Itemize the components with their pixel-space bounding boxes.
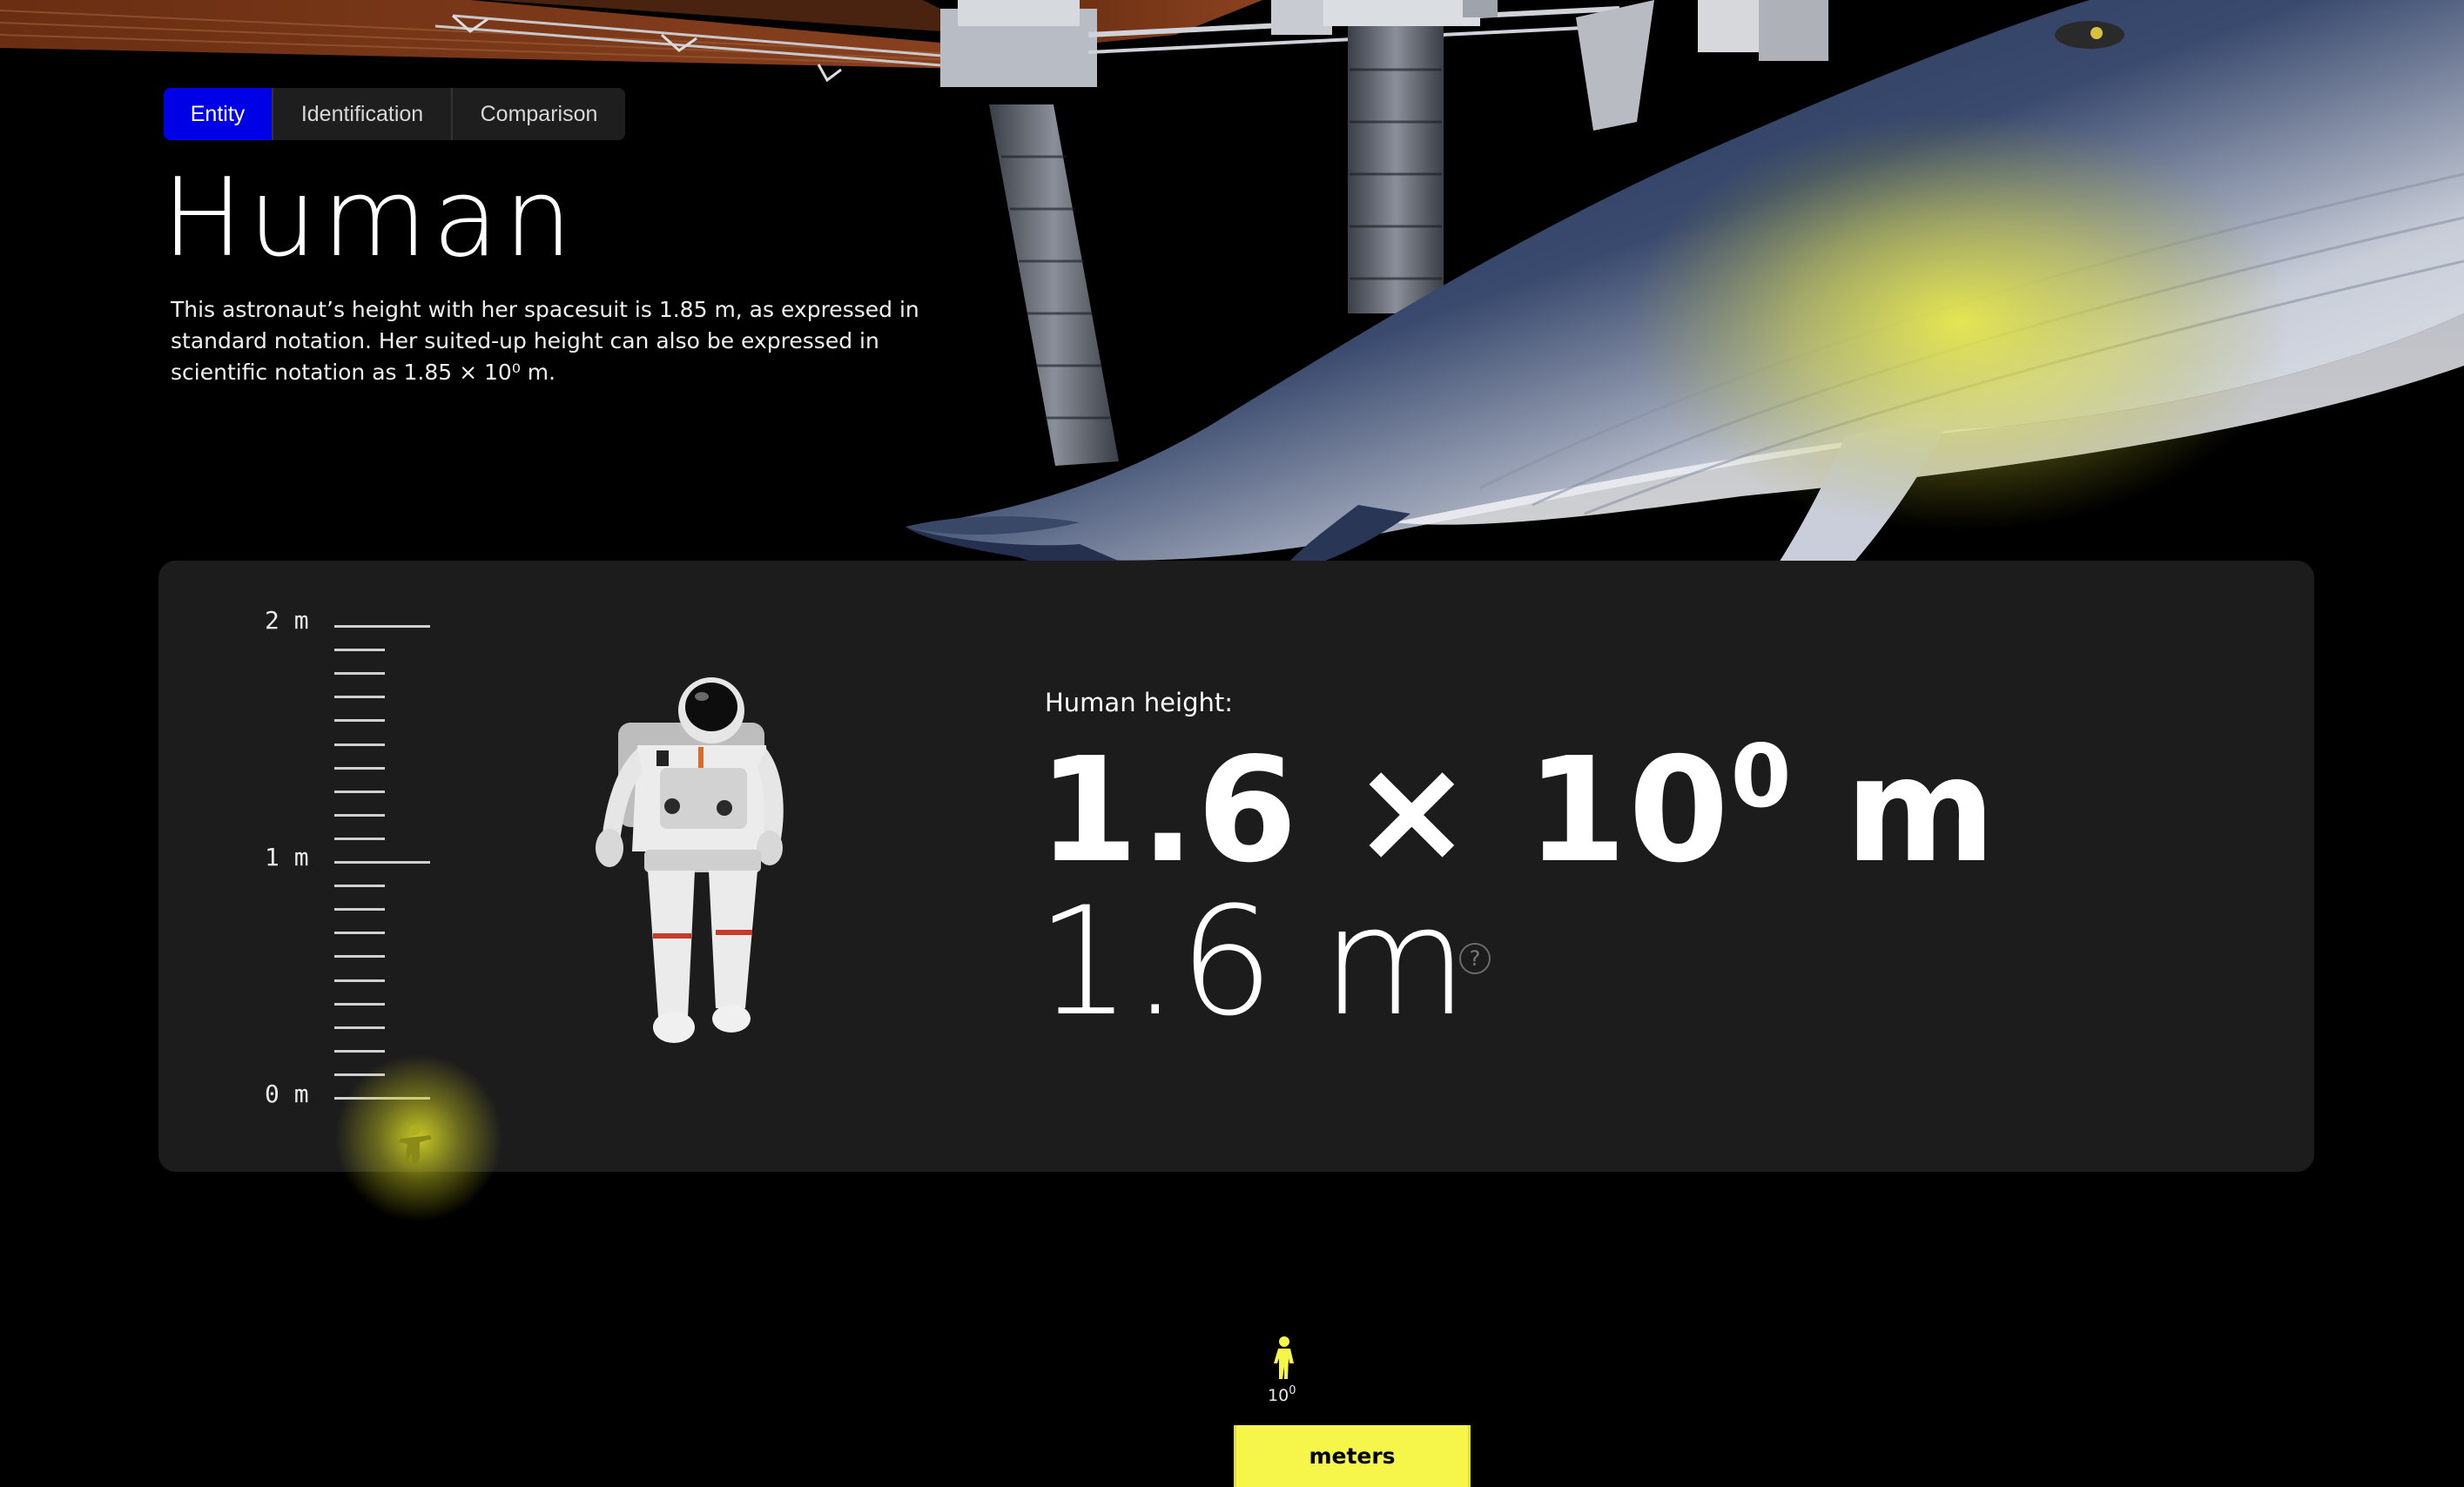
scale-power-exponent: 0 xyxy=(1289,1384,1296,1397)
ruler-tick xyxy=(334,838,385,840)
sci-unit: m xyxy=(1793,727,1998,895)
entity-tabs: Entity Identification Comparison xyxy=(164,88,625,140)
human-silhouette-icon[interactable] xyxy=(1271,1336,1297,1381)
ruler-tick xyxy=(334,791,385,793)
ruler-label-top: 2 m xyxy=(265,606,309,635)
measurement-caption: Human height: xyxy=(1045,688,1234,717)
ruler-tick xyxy=(334,1003,385,1006)
ruler-tick xyxy=(334,696,385,698)
tab-comparison[interactable]: Comparison xyxy=(453,88,625,140)
ruler-tick xyxy=(334,649,385,651)
ruler-label-mid: 1 m xyxy=(265,843,309,871)
ruler-tick xyxy=(334,861,430,864)
ruler-tick xyxy=(334,1050,385,1053)
tab-entity[interactable]: Entity xyxy=(164,88,273,140)
ruler-tick xyxy=(334,908,385,911)
ruler-tick xyxy=(334,672,385,675)
ruler-tick xyxy=(334,932,385,934)
question-circle-icon[interactable]: ? xyxy=(1459,943,1491,974)
mini-human-marker-icon xyxy=(399,1125,432,1165)
ruler-tick xyxy=(334,955,385,958)
sci-exponent: 0 xyxy=(1730,725,1794,827)
ruler-tick xyxy=(334,767,385,770)
measurement-scientific: 1.6 × 100 m xyxy=(1038,724,1997,898)
ruler-tick xyxy=(334,744,385,746)
ruler-tick xyxy=(334,719,385,722)
ruler-tick xyxy=(334,814,385,817)
measurement-standard: 1.6 m xyxy=(1036,874,1468,1049)
scale-power-base: 10 xyxy=(1268,1386,1289,1405)
ruler-tick xyxy=(334,885,385,887)
tab-identification[interactable]: Identification xyxy=(273,88,453,140)
scale-power-label: 100 xyxy=(1268,1384,1296,1405)
unit-toggle-button[interactable]: meters xyxy=(1234,1425,1471,1487)
ruler-tick xyxy=(334,1026,385,1029)
entity-description: This astronaut’s height with her spacesu… xyxy=(171,297,919,385)
ruler-label-bottom: 0 m xyxy=(265,1080,309,1108)
ruler-tick xyxy=(334,979,385,982)
ruler-tick xyxy=(334,625,430,628)
sci-mantissa: 1.6 × 10 xyxy=(1038,727,1731,895)
entity-title: Human xyxy=(162,156,578,281)
astronaut-figure xyxy=(596,677,784,1043)
